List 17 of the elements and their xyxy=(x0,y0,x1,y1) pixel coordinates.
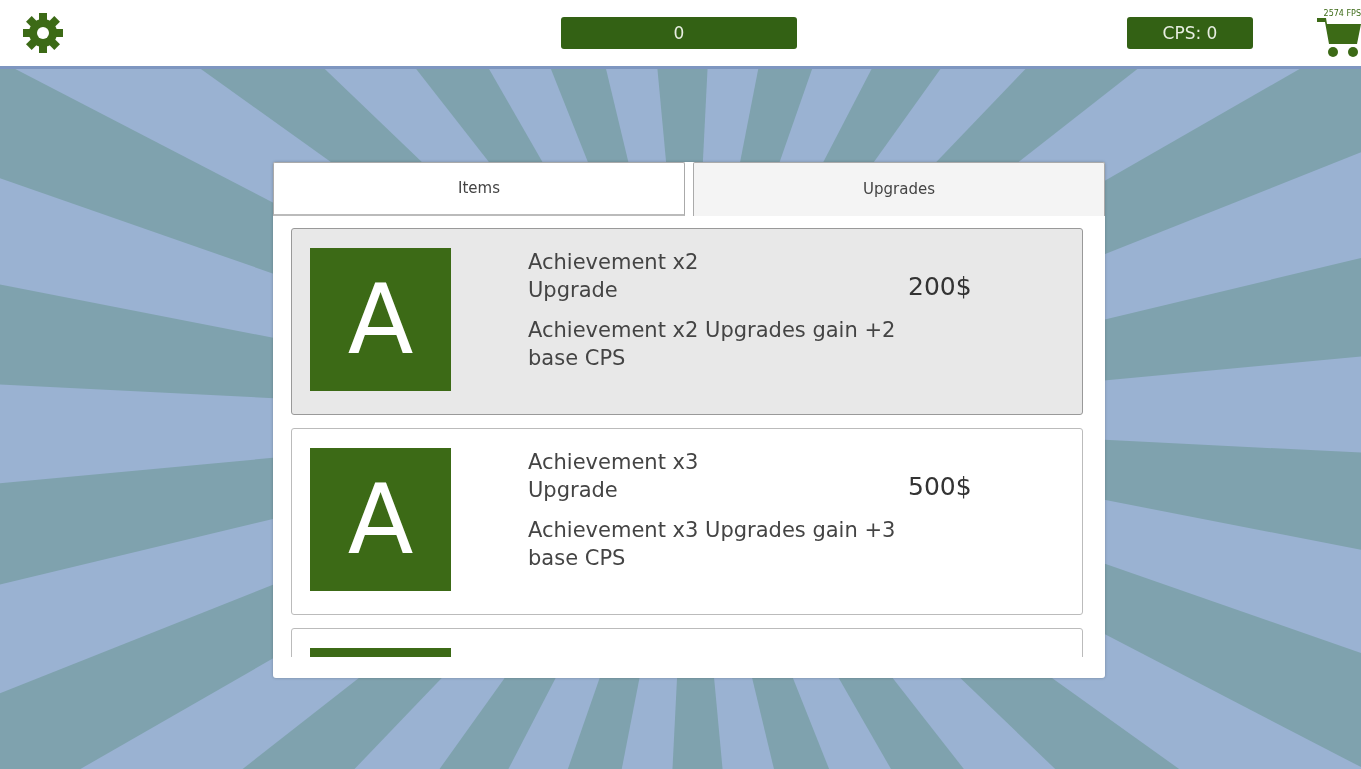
tab[interactable]: Items xyxy=(273,162,685,216)
upgrade-description: Achievement x2 Upgrades gain +2 base CPS xyxy=(528,317,897,372)
score-counter: 0 xyxy=(561,17,797,49)
upgrade-description: Achievement x3 Upgrades gain +3 base CPS xyxy=(528,517,897,572)
tab[interactable]: Upgrades xyxy=(693,162,1105,216)
cps-counter: CPS: 0 xyxy=(1127,17,1253,49)
upgrade-icon: A xyxy=(310,448,451,591)
upgrade-title: Achievement x2 Upgrade xyxy=(528,249,700,304)
upgrade-price: 200$ xyxy=(908,271,972,303)
upgrade-title: Achievement x3 Upgrade xyxy=(528,449,700,504)
upgrade-icon: A xyxy=(310,248,451,391)
upgrade-card[interactable]: A Achievement x2 Upgrade Achievement x2 Upgrades gain +2 base CPS 200$ xyxy=(291,228,1083,415)
upgrade-price: 500$ xyxy=(908,471,972,503)
settings-icon[interactable] xyxy=(22,12,64,54)
fps-counter: 2574 FPS xyxy=(1323,8,1361,18)
cart-icon[interactable] xyxy=(1317,17,1361,58)
upgrade-card[interactable]: A Achievement x3 Upgrade Achievement x3 Upgrades gain +3 base CPS 500$ xyxy=(291,428,1083,615)
